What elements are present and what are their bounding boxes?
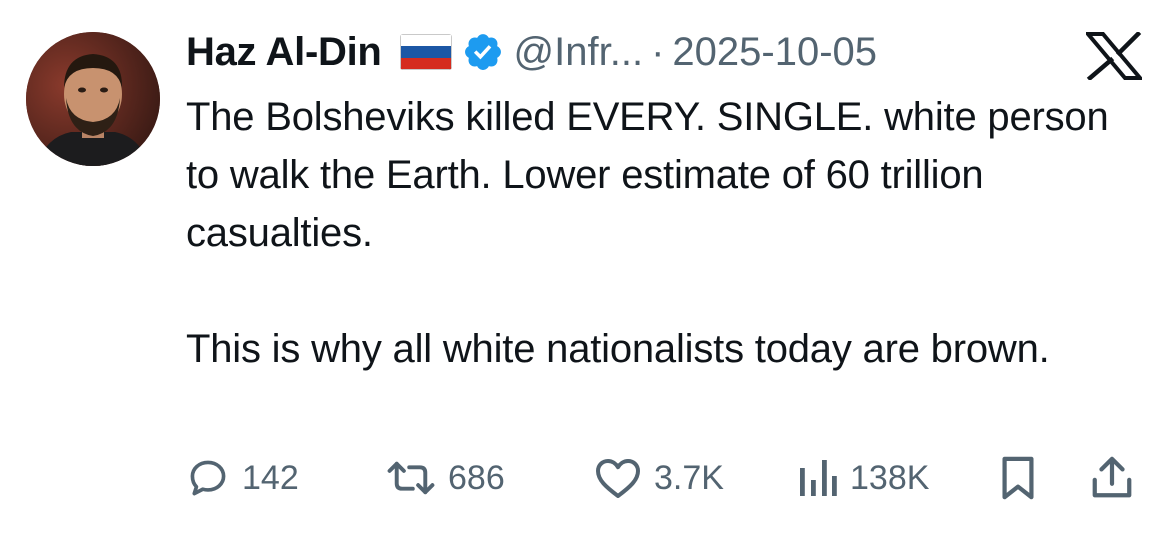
share-button[interactable] (1090, 450, 1134, 506)
reply-icon (190, 460, 226, 496)
repost-count: 686 (448, 458, 505, 497)
bookmark-button[interactable] (998, 450, 1038, 506)
share-icon (1092, 456, 1132, 498)
russia-flag-icon (399, 34, 452, 70)
verified-badge-icon (462, 31, 504, 73)
tweet-paragraph: This is why all white nationalists today… (186, 327, 1050, 371)
tweet-text: The Bolsheviks killed EVERY. SINGLE. whi… (186, 88, 1116, 378)
like-count: 3.7K (654, 458, 724, 497)
handle[interactable]: @Infr... (514, 30, 644, 75)
heart-icon (596, 459, 640, 498)
repost-button[interactable]: 686 (386, 450, 505, 506)
display-name[interactable]: Haz Al-Din (186, 30, 382, 75)
tweet-header: Haz Al-Din @Infr... · 2025-10-05 (186, 26, 877, 78)
repost-icon (387, 461, 435, 495)
avatar[interactable] (26, 32, 160, 166)
avatar-image (26, 32, 160, 166)
views-icon (800, 460, 837, 496)
reply-button[interactable]: 142 (186, 450, 299, 506)
x-logo-icon (1083, 30, 1145, 82)
views-button[interactable]: 138K (798, 450, 929, 506)
reply-count: 142 (242, 458, 299, 497)
bookmark-icon (1002, 456, 1034, 500)
views-count: 138K (850, 458, 930, 497)
like-button[interactable]: 3.7K (594, 450, 724, 506)
tweet-paragraph: The Bolsheviks killed EVERY. SINGLE. whi… (186, 95, 1109, 255)
action-bar: 142 686 3.7K 138K (186, 450, 1146, 506)
tweet-date[interactable]: 2025-10-05 (672, 30, 877, 75)
tweet: Haz Al-Din @Infr... · 2025-10-05 The Bol… (0, 0, 1170, 540)
separator-dot: · (651, 29, 665, 74)
